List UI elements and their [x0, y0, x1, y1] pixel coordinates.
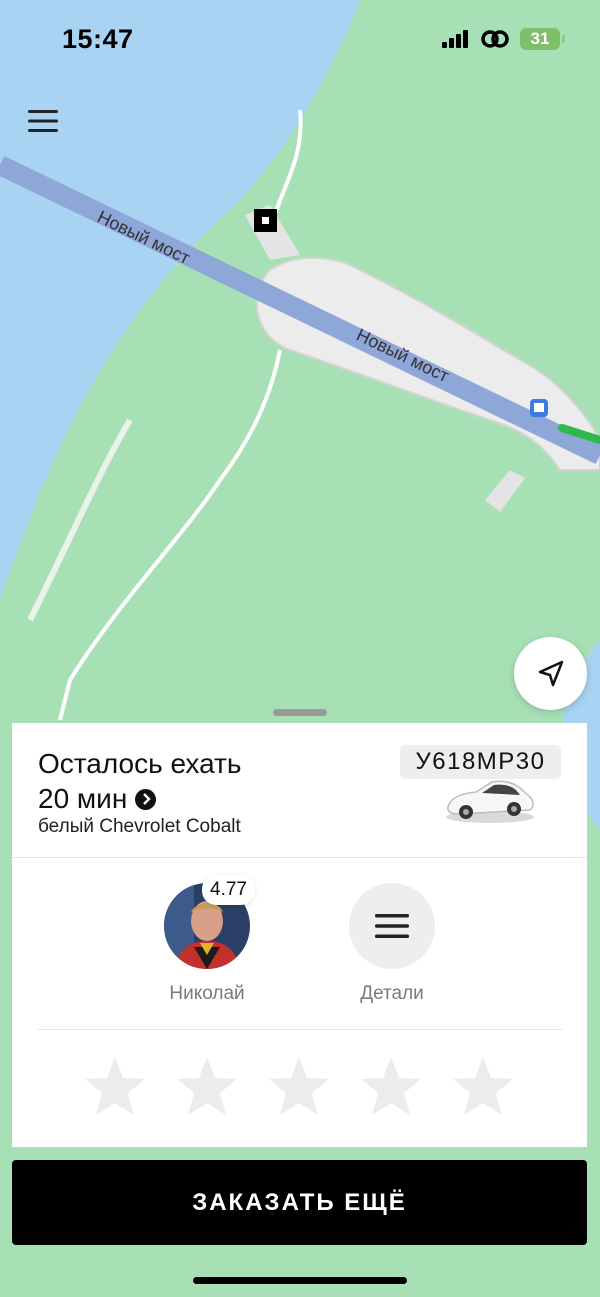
star-5-icon[interactable]: [452, 1056, 514, 1116]
order-again-button[interactable]: ЗАКАЗАТЬ ЕЩЁ: [12, 1160, 587, 1245]
home-indicator[interactable]: [193, 1277, 407, 1284]
chevron-right-icon: [135, 788, 157, 810]
rating-stars: [84, 1056, 514, 1116]
navigation-arrow-icon: [538, 660, 563, 686]
star-1-icon[interactable]: [84, 1056, 146, 1116]
driver-name: Николай: [169, 983, 245, 1004]
car-icon: [446, 780, 534, 823]
driver-avatar-button[interactable]: 4.77: [164, 875, 255, 969]
battery-icon: 31: [520, 28, 565, 50]
list-menu-icon: [375, 914, 409, 938]
menu-button[interactable]: [22, 100, 64, 142]
details-button[interactable]: [349, 883, 435, 969]
trip-eta-text: 20 мин: [38, 783, 128, 814]
status-icons: 31: [442, 28, 565, 50]
signal-icon: [442, 30, 468, 48]
status-bar: 15:47 31: [0, 0, 600, 80]
status-time: 15:47: [62, 24, 134, 54]
trip-eta[interactable]: 20 мин: [38, 781, 157, 817]
destination-marker: [254, 209, 277, 232]
star-2-icon[interactable]: [176, 1056, 238, 1116]
trip-sheet: Осталось ехать 20 мин белый Chevrolet Co…: [12, 723, 587, 1147]
divider: [12, 857, 587, 858]
star-4-icon[interactable]: [360, 1056, 422, 1116]
star-3-icon[interactable]: [268, 1056, 330, 1116]
sheet-drag-handle[interactable]: [273, 709, 327, 716]
details-label: Детали: [360, 983, 424, 1004]
car-description: белый Chevrolet Cobalt: [38, 816, 241, 837]
battery-level: 31: [530, 29, 550, 48]
driver-rating-badge: 4.77: [202, 875, 255, 905]
link-icon: [481, 30, 509, 48]
my-location-button[interactable]: [514, 637, 587, 710]
bus-stop-icon: [530, 399, 548, 417]
divider: [37, 1029, 563, 1030]
hamburger-menu-icon: [28, 110, 58, 132]
trip-title: Осталось ехать: [38, 748, 242, 779]
